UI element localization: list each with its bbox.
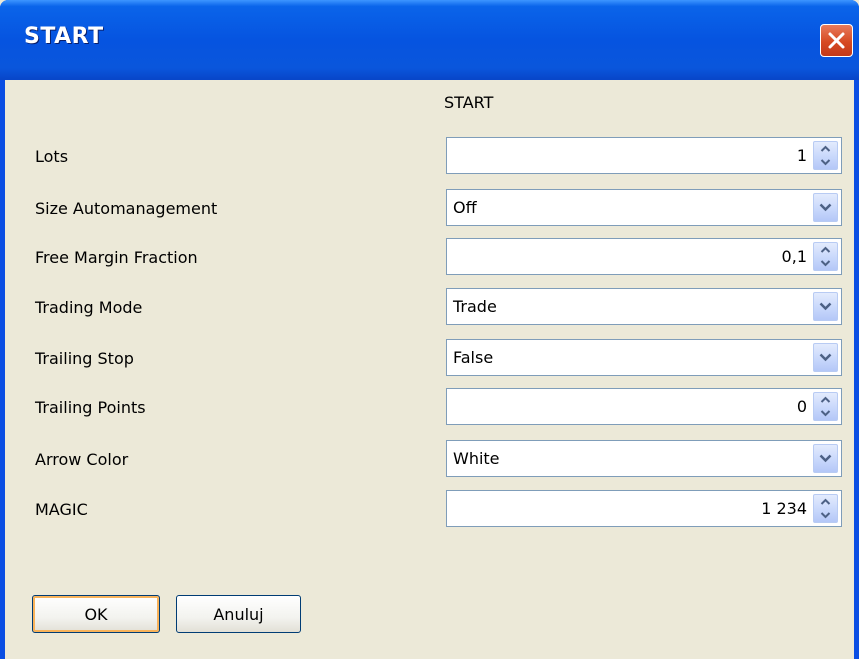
trading-mode-value: Trade <box>453 297 497 316</box>
spin-up-icon[interactable] <box>814 495 837 509</box>
trading-mode-select[interactable]: Trade <box>446 288 842 325</box>
spin-up-icon[interactable] <box>814 243 837 257</box>
free-margin-fraction-value: 0,1 <box>781 247 807 266</box>
trading-mode-dropdown-button[interactable] <box>813 292 838 321</box>
free-margin-fraction-label: Free Margin Fraction <box>35 248 198 267</box>
lots-input[interactable]: 1 <box>446 137 842 174</box>
trailing-stop-label: Trailing Stop <box>35 349 134 368</box>
spin-down-icon[interactable] <box>814 156 837 170</box>
ok-button[interactable]: OK <box>32 595 160 633</box>
close-button[interactable] <box>820 24 853 57</box>
trailing-points-spinner[interactable] <box>813 392 838 421</box>
magic-label: MAGIC <box>35 500 88 519</box>
size-automanagement-label: Size Automanagement <box>35 199 218 218</box>
trailing-points-input[interactable]: 0 <box>446 388 842 425</box>
magic-value: 1 234 <box>761 499 807 518</box>
spin-up-icon[interactable] <box>814 142 837 156</box>
size-automanagement-select[interactable]: Off <box>446 189 842 226</box>
trading-mode-label: Trading Mode <box>35 298 143 317</box>
arrow-color-value: White <box>453 449 500 468</box>
chevron-down-icon <box>819 302 832 311</box>
dialog-window: START START Lots 1 Size Automanagement O… <box>0 0 859 659</box>
spin-down-icon[interactable] <box>814 407 837 421</box>
trailing-stop-dropdown-button[interactable] <box>813 343 838 372</box>
close-icon <box>828 32 845 49</box>
parameters-heading: START <box>444 93 494 112</box>
free-margin-fraction-spinner[interactable] <box>813 242 838 271</box>
chevron-down-icon <box>819 353 832 362</box>
cancel-button[interactable]: Anuluj <box>176 595 301 633</box>
trailing-stop-value: False <box>453 348 494 367</box>
arrow-color-dropdown-button[interactable] <box>813 444 838 473</box>
magic-spinner[interactable] <box>813 494 838 523</box>
size-automanagement-value: Off <box>453 198 477 217</box>
magic-input[interactable]: 1 234 <box>446 490 842 527</box>
free-margin-fraction-input[interactable]: 0,1 <box>446 238 842 275</box>
spin-down-icon[interactable] <box>814 257 837 271</box>
lots-value: 1 <box>796 146 807 165</box>
arrow-color-select[interactable]: White <box>446 440 842 477</box>
trailing-points-value: 0 <box>796 397 807 416</box>
spin-down-icon[interactable] <box>814 509 837 523</box>
dialog-body: START Lots 1 Size Automanagement Off Fre… <box>5 80 854 659</box>
chevron-down-icon <box>819 203 832 212</box>
trailing-points-label: Trailing Points <box>35 398 146 417</box>
lots-spinner[interactable] <box>813 141 838 170</box>
spin-up-icon[interactable] <box>814 393 837 407</box>
chevron-down-icon <box>819 454 832 463</box>
size-automanagement-dropdown-button[interactable] <box>813 193 838 222</box>
dialog-title: START <box>24 24 104 49</box>
arrow-color-label: Arrow Color <box>35 450 129 469</box>
lots-label: Lots <box>35 147 69 166</box>
title-bar[interactable]: START <box>0 0 859 80</box>
trailing-stop-select[interactable]: False <box>446 339 842 376</box>
